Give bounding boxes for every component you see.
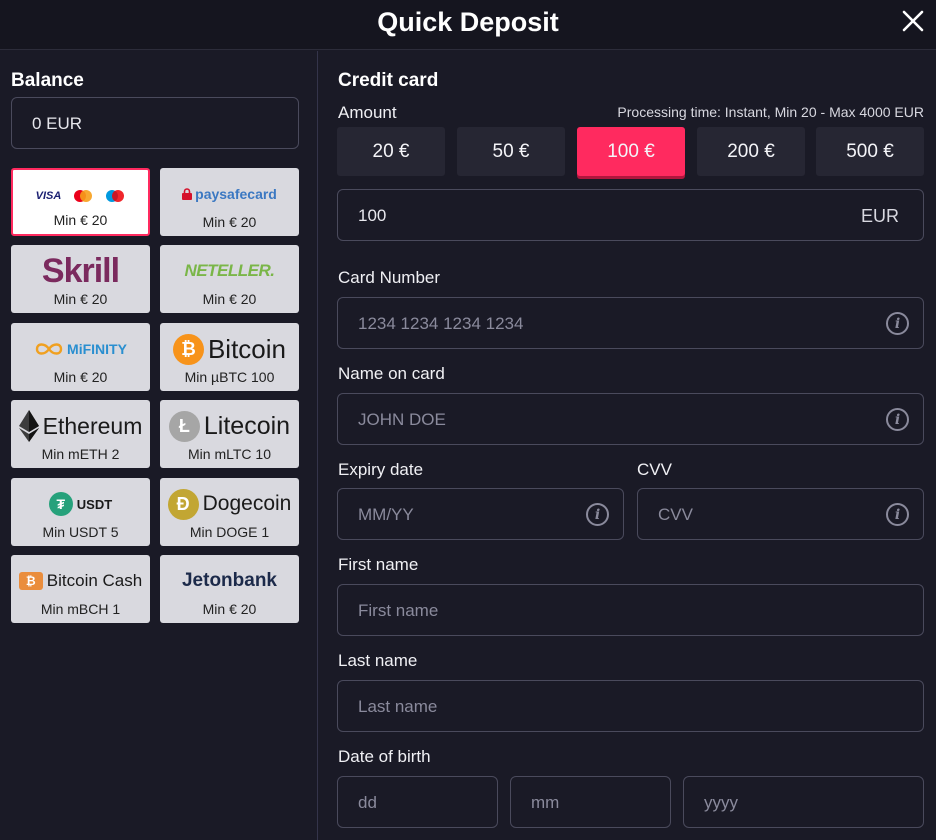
expiry-placeholder: MM/YY [358, 505, 414, 524]
method-credit-card[interactable]: VISA Min € 20 [11, 168, 150, 236]
dob-month-placeholder: mm [531, 793, 560, 812]
method-mifinity[interactable]: MiFINITY Min € 20 [11, 323, 150, 391]
currency-suffix: EUR [860, 206, 899, 226]
dob-year-input[interactable]: yyyy [683, 776, 924, 828]
method-jetonbank[interactable]: Jetonbank Min € 20 [160, 555, 299, 623]
method-min: Min € 20 [53, 291, 108, 307]
info-icon[interactable]: i [886, 312, 909, 335]
method-min: Min mLTC 10 [188, 446, 271, 462]
info-icon[interactable]: i [586, 503, 609, 526]
jetonbank-logo: Jetonbank [181, 570, 278, 591]
method-min: Min € 20 [202, 601, 257, 617]
method-dogecoin[interactable]: Ð Dogecoin Min DOGE 1 [160, 478, 299, 546]
amount-input[interactable]: 100 EUR [337, 189, 924, 241]
method-min: Min mBCH 1 [40, 601, 121, 617]
card-number-label: Card Number [338, 268, 441, 287]
first-name-placeholder: First name [358, 601, 439, 620]
expiry-input[interactable]: MM/YY i [337, 488, 624, 540]
form-title: Credit card [338, 70, 439, 91]
dob-day-placeholder: dd [358, 793, 377, 812]
card-number-input[interactable]: 1234 1234 1234 1234 i [337, 297, 924, 349]
amount-value: 100 [358, 206, 387, 225]
tether-icon: ₮ [48, 492, 73, 516]
method-bitcoin[interactable]: ₿ Bitcoin Min µBTC 100 [160, 323, 299, 391]
litecoin-icon: Ł [168, 410, 200, 442]
method-min: Min µBTC 100 [184, 369, 275, 385]
modal-title: Quick Deposit [377, 7, 559, 37]
info-icon[interactable]: i [886, 503, 909, 526]
skrill-logo: Skrill [41, 251, 120, 290]
visa-icon: VISA [35, 190, 62, 202]
name-on-card-placeholder: JOHN DOE [358, 410, 446, 429]
first-name-label: First name [338, 555, 419, 574]
processing-info: Processing time: Instant, Min 20 - Max 4… [617, 104, 924, 120]
last-name-input[interactable]: Last name [337, 680, 924, 732]
lock-icon [182, 188, 193, 200]
paysafecard-logo: paysafecard [160, 172, 299, 216]
balance-value: 0 EUR [11, 97, 299, 149]
method-skrill[interactable]: Skrill Min € 20 [11, 245, 150, 313]
bitcoin-icon: ₿ [172, 333, 204, 365]
method-bitcoin-cash[interactable]: ₿ Bitcoin Cash Min mBCH 1 [11, 555, 150, 623]
cvv-label: CVV [637, 460, 672, 479]
last-name-label: Last name [338, 651, 418, 670]
card-number-placeholder: 1234 1234 1234 1234 [358, 314, 524, 333]
amount-50-button[interactable]: 50 € [457, 127, 565, 176]
method-min: Min DOGE 1 [189, 524, 270, 540]
ethereum-logo: Ethereum [11, 404, 150, 448]
close-icon[interactable] [900, 8, 926, 34]
amount-label: Amount [338, 103, 397, 122]
dob-day-input[interactable]: dd [337, 776, 498, 828]
modal-header: Quick Deposit [0, 0, 936, 50]
usdt-logo: ₮ USDT [11, 482, 150, 526]
mastercard-icon [74, 190, 93, 202]
amount-500-button[interactable]: 500 € [816, 127, 924, 176]
name-on-card-label: Name on card [338, 364, 445, 383]
last-name-placeholder: Last name [358, 697, 438, 716]
method-usdt[interactable]: ₮ USDT Min USDT 5 [11, 478, 150, 546]
info-icon[interactable]: i [886, 408, 909, 431]
name-on-card-input[interactable]: JOHN DOE i [337, 393, 924, 445]
method-neteller[interactable]: NETELLER. Min € 20 [160, 245, 299, 313]
method-min: Min USDT 5 [42, 524, 119, 540]
method-min: Min € 20 [202, 291, 257, 307]
amount-100-button[interactable]: 100 € [577, 127, 685, 176]
method-litecoin[interactable]: Ł Litecoin Min mLTC 10 [160, 400, 299, 468]
neteller-logo: NETELLER. [184, 261, 275, 280]
balance-label: Balance [11, 70, 84, 91]
dogecoin-logo: Ð Dogecoin [160, 482, 299, 526]
dob-label: Date of birth [338, 747, 431, 766]
payment-methods-panel: Balance 0 EUR VISA Min € 20 paysafecard … [0, 51, 318, 840]
bitcoin-logo: ₿ Bitcoin [160, 327, 299, 371]
infinity-icon [35, 343, 63, 355]
bitcoin-cash-icon: ₿ [18, 572, 43, 590]
ethereum-icon [18, 410, 39, 442]
expiry-label: Expiry date [338, 460, 424, 479]
cvv-input[interactable]: CVV i [637, 488, 924, 540]
first-name-input[interactable]: First name [337, 584, 924, 636]
dob-year-placeholder: yyyy [704, 793, 738, 812]
method-ethereum[interactable]: Ethereum Min mETH 2 [11, 400, 150, 468]
method-min: Min € 20 [202, 214, 257, 230]
amount-200-button[interactable]: 200 € [697, 127, 805, 176]
method-paysafecard[interactable]: paysafecard Min € 20 [160, 168, 299, 236]
method-min: Min mETH 2 [41, 446, 120, 462]
litecoin-logo: Ł Litecoin [160, 404, 299, 448]
bitcoin-cash-logo: ₿ Bitcoin Cash [11, 559, 150, 603]
amount-20-button[interactable]: 20 € [337, 127, 445, 176]
mifinity-logo: MiFINITY [11, 327, 150, 371]
dob-month-input[interactable]: mm [510, 776, 671, 828]
cvv-placeholder: CVV [658, 505, 693, 524]
deposit-form: Credit card Amount Processing time: Inst… [319, 51, 936, 840]
method-min: Min € 20 [53, 369, 108, 385]
maestro-icon [106, 190, 125, 202]
dogecoin-icon: Ð [167, 488, 199, 520]
method-min: Min € 20 [53, 212, 108, 228]
